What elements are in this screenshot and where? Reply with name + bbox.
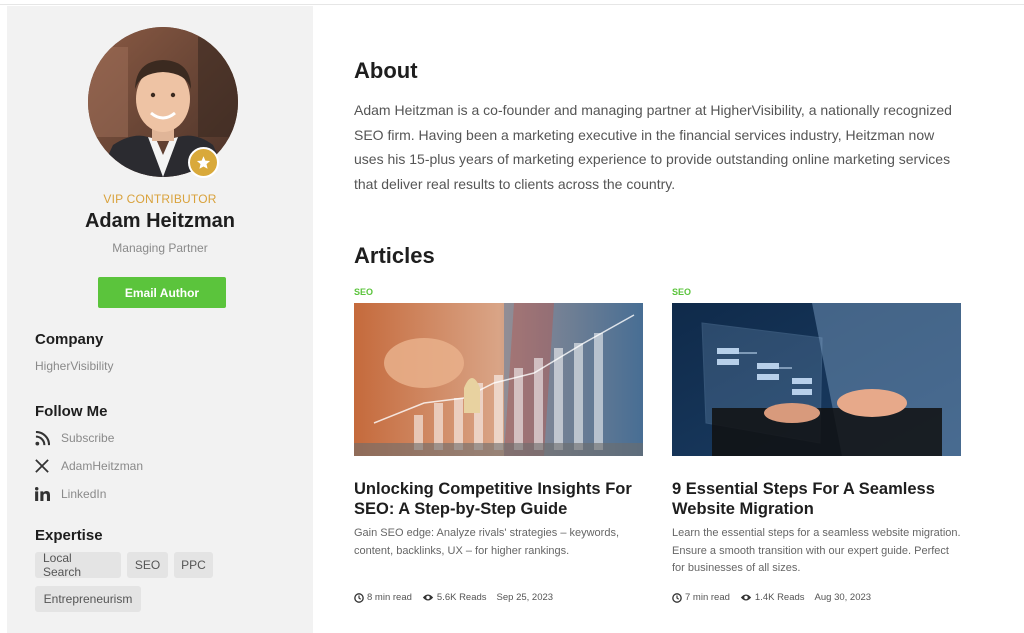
article-thumbnail[interactable] [354, 303, 643, 456]
author-role: Managing Partner [112, 241, 208, 255]
read-count: 1.4K Reads [754, 592, 805, 603]
clock-icon [354, 592, 364, 603]
rss-icon [35, 430, 53, 446]
follow-me-heading: Follow Me [35, 403, 108, 420]
company-name: HigherVisibility [35, 359, 114, 373]
social-label: AdamHeitzman [61, 459, 144, 473]
social-link-x[interactable]: AdamHeitzman [35, 458, 143, 474]
article-meta: 7 min read 1.4K Reads Aug 30, 2023 [672, 592, 881, 603]
article-category[interactable]: SEO [354, 287, 373, 297]
expertise-tag[interactable]: PPC [174, 552, 213, 578]
expertise-heading: Expertise [35, 527, 103, 544]
read-time: 7 min read [685, 592, 730, 603]
company-heading: Company [35, 331, 104, 348]
article-category[interactable]: SEO [672, 287, 691, 297]
about-text: Adam Heitzman is a co-founder and managi… [354, 102, 952, 192]
expertise-tag[interactable]: Local Search [35, 551, 121, 579]
article-title[interactable]: Unlocking Competitive Insights For SEO: … [354, 479, 644, 519]
clock-icon [672, 592, 682, 603]
article-date: Sep 25, 2023 [496, 592, 554, 603]
linkedin-icon [35, 486, 53, 502]
read-time: 8 min read [367, 592, 412, 603]
vip-contributor-badge: VIP CONTRIBUTOR [103, 192, 217, 206]
eye-icon [740, 594, 752, 601]
expertise-tag[interactable]: SEO [127, 552, 168, 578]
star-icon [188, 147, 219, 178]
article-meta: 8 min read 5.6K Reads Sep 25, 2023 [354, 592, 563, 603]
article-description: Learn the essential steps for a seamless… [672, 527, 961, 574]
read-count: 5.6K Reads [436, 592, 487, 603]
x-icon [35, 458, 53, 474]
email-author-button[interactable]: Email Author [98, 277, 226, 308]
article-title[interactable]: 9 Essential Steps For A Seamless Website… [672, 479, 962, 519]
social-label: LinkedIn [61, 487, 107, 501]
top-border [0, 0, 1024, 5]
social-link-subscribe[interactable]: Subscribe [35, 430, 114, 446]
author-sidebar: VIP CONTRIBUTOR Adam Heitzman Managing P… [7, 6, 313, 633]
social-label: Subscribe [61, 431, 115, 445]
article-thumbnail[interactable] [672, 303, 961, 456]
social-link-linkedin[interactable]: LinkedIn [35, 486, 106, 502]
eye-icon [422, 594, 434, 601]
article-description: Gain SEO edge: Analyze rivals' strategie… [354, 527, 620, 557]
expertise-tag[interactable]: Entrepreneurism [35, 586, 141, 612]
article-date: Aug 30, 2023 [814, 592, 872, 603]
articles-heading: Articles [354, 243, 435, 268]
author-name: Adam Heitzman [84, 210, 236, 232]
about-heading: About [354, 58, 418, 83]
